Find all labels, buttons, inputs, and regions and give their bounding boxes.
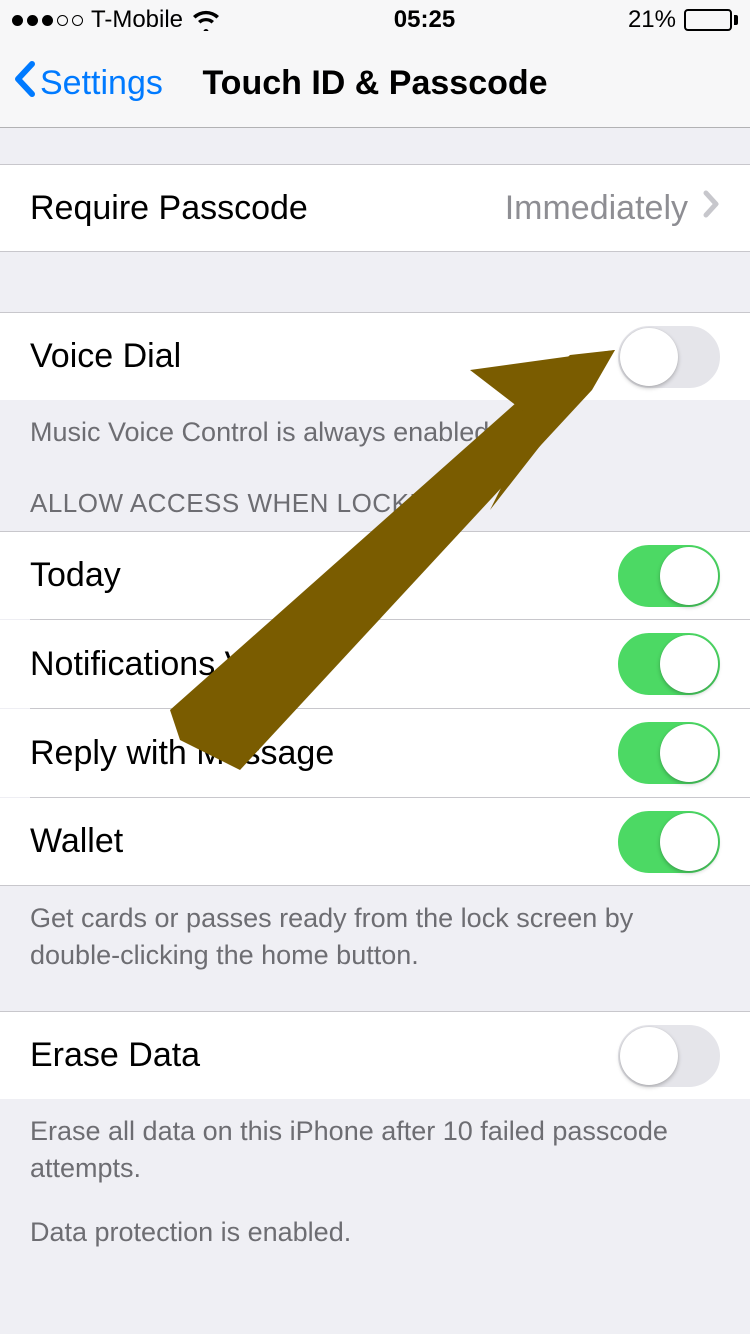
erase-data-row: Erase Data xyxy=(0,1011,750,1099)
voice-dial-toggle[interactable] xyxy=(618,326,720,388)
voice-dial-footer: Music Voice Control is always enabled. xyxy=(0,400,750,458)
voice-dial-row: Voice Dial xyxy=(0,312,750,400)
allow-access-item-label: Reply with Message xyxy=(30,734,618,773)
erase-data-footer-2: Data protection is enabled. xyxy=(0,1194,750,1258)
chevron-left-icon xyxy=(12,60,36,107)
allow-access-item-toggle[interactable] xyxy=(618,545,720,607)
allow-access-item-toggle[interactable] xyxy=(618,811,720,873)
erase-data-label: Erase Data xyxy=(30,1036,618,1075)
allow-access-row: Wallet xyxy=(0,798,750,886)
battery-percentage: 21% xyxy=(628,6,676,34)
back-button-label: Settings xyxy=(40,64,163,103)
allow-access-item-label: Wallet xyxy=(30,822,618,861)
allow-access-item-label: Notifications View xyxy=(30,645,618,684)
status-bar: T-Mobile 05:25 21% xyxy=(0,0,750,40)
signal-strength-icon xyxy=(12,15,83,26)
allow-access-item-toggle[interactable] xyxy=(618,633,720,695)
allow-access-row: Reply with Message xyxy=(0,709,750,797)
require-passcode-row[interactable]: Require Passcode Immediately xyxy=(0,164,750,252)
allow-access-row: Today xyxy=(0,531,750,619)
allow-access-item-label: Today xyxy=(30,556,618,595)
allow-access-header: ALLOW ACCESS WHEN LOCKED: xyxy=(0,458,750,531)
require-passcode-value: Immediately xyxy=(505,189,688,228)
erase-data-toggle[interactable] xyxy=(618,1025,720,1087)
status-clock: 05:25 xyxy=(394,6,455,34)
carrier-label: T-Mobile xyxy=(91,6,183,34)
allow-access-footer: Get cards or passes ready from the lock … xyxy=(0,886,750,981)
back-button[interactable]: Settings xyxy=(0,60,163,107)
erase-data-footer-1: Erase all data on this iPhone after 10 f… xyxy=(0,1099,750,1194)
allow-access-item-toggle[interactable] xyxy=(618,722,720,784)
battery-icon xyxy=(684,9,738,31)
voice-dial-label: Voice Dial xyxy=(30,337,618,376)
wifi-icon xyxy=(191,9,221,31)
navigation-bar: Settings Touch ID & Passcode xyxy=(0,40,750,128)
require-passcode-label: Require Passcode xyxy=(30,189,505,228)
chevron-right-icon xyxy=(702,189,720,228)
allow-access-row: Notifications View xyxy=(0,620,750,708)
